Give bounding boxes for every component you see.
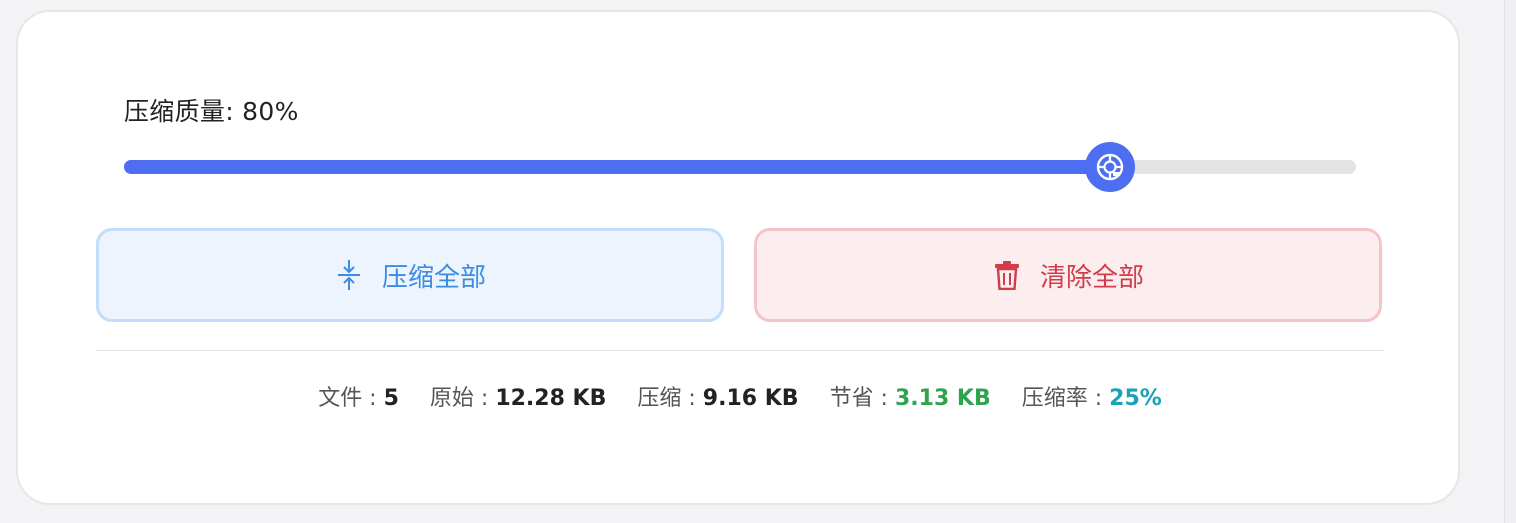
- stat-original-value: 12.28 KB: [495, 386, 607, 411]
- stat-compressed: 压缩 : 9.16 KB: [637, 380, 798, 412]
- clear-all-button[interactable]: 清除全部: [754, 228, 1382, 322]
- stat-files-label: 文件 :: [318, 386, 384, 411]
- stat-saved-value: 3.13 KB: [894, 386, 991, 411]
- page: 压缩质量: 80% 压缩全部 清除全部 文件: 5 原始: 12.28 KB…: [0, 0, 1516, 523]
- trash-icon: [992, 258, 1022, 292]
- slider-thumb[interactable]: [1084, 142, 1135, 192]
- clear-all-label: 清除全部: [1039, 262, 1144, 293]
- compress-arrows-icon: [334, 258, 364, 292]
- stat-compressed-label: 压缩 :: [637, 386, 703, 411]
- stat-ratio-value: 25%: [1109, 386, 1162, 411]
- stats-bar: 文件 : 5 原始 : 12.28 KB 压缩 : 9.16 KB 节省 : 3…: [18, 380, 1462, 412]
- scrollbar[interactable]: [1504, 0, 1516, 523]
- stat-original-label: 原始 :: [429, 386, 496, 411]
- compression-panel: 压缩质量: 80% 压缩全部 清除全部 文件: 5 原始: 12.28 KB…: [16, 10, 1460, 505]
- stat-saved: 节省 : 3.13 KB: [830, 380, 991, 412]
- stat-files-value: 5: [383, 386, 399, 411]
- stat-saved-label: 节省 :: [829, 386, 895, 411]
- slider-fill: [124, 160, 1110, 174]
- stat-files: 文件 : 5: [318, 380, 399, 412]
- stat-original: 原始 : 12.28 KB: [430, 380, 606, 412]
- quality-slider[interactable]: [124, 142, 1356, 192]
- quality-label: 压缩质量: 80%: [124, 97, 299, 126]
- compress-all-label: 压缩全部: [381, 262, 486, 293]
- divider: [96, 350, 1384, 351]
- stat-compressed-value: 9.16 KB: [702, 386, 799, 411]
- lifebuoy-icon: [1096, 153, 1123, 181]
- stat-ratio: 压缩率 : 25%: [1022, 380, 1162, 412]
- compress-all-button[interactable]: 压缩全部: [96, 228, 724, 322]
- stat-ratio-label: 压缩率 :: [1021, 386, 1110, 411]
